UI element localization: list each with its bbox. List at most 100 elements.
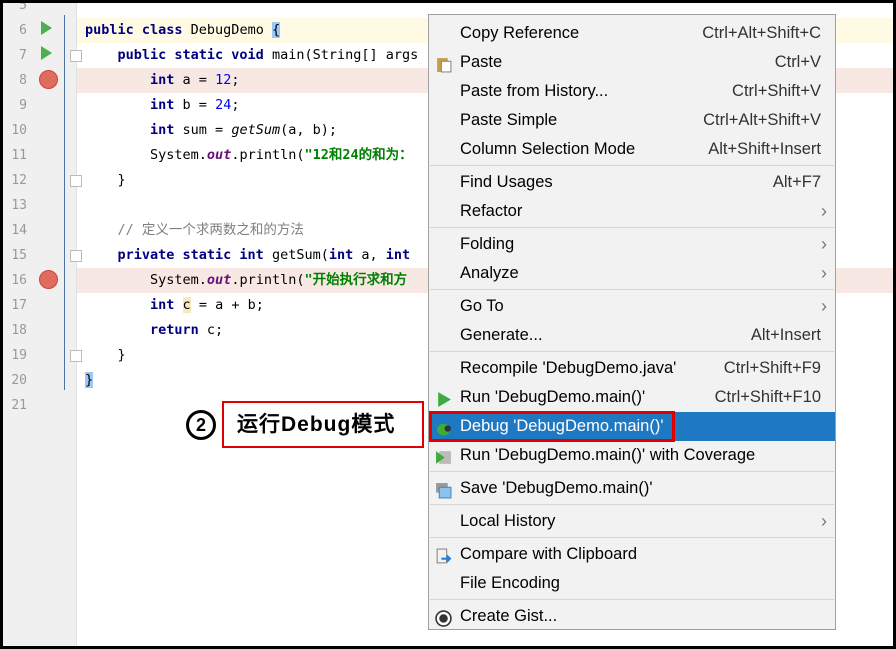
menu-separator bbox=[430, 227, 834, 228]
line-number: 11 bbox=[11, 148, 27, 163]
menu-item-label: Folding bbox=[460, 235, 515, 253]
menu-item-folding[interactable]: Folding › bbox=[429, 230, 835, 259]
menu-item-file-encoding[interactable]: File Encoding bbox=[429, 569, 835, 598]
line-number: 6 bbox=[19, 23, 27, 38]
menu-item-paste-from-history[interactable]: Paste from History... Ctrl+Shift+V bbox=[429, 77, 835, 106]
menu-item-shortcut: Alt+Shift+Insert bbox=[708, 140, 821, 158]
code-token: int bbox=[85, 122, 183, 138]
line-number: 13 bbox=[11, 198, 27, 213]
menu-separator bbox=[430, 471, 834, 472]
code-token: } bbox=[85, 347, 126, 363]
code-token: int bbox=[385, 247, 411, 263]
menu-separator bbox=[430, 599, 834, 600]
code-token: private static int bbox=[85, 247, 272, 263]
line-number: 17 bbox=[11, 298, 27, 313]
menu-separator bbox=[430, 165, 834, 166]
code-token: // 定义一个求两数之和的方法 bbox=[85, 222, 304, 238]
menu-separator bbox=[430, 504, 834, 505]
menu-item-label: Recompile 'DebugDemo.java' bbox=[460, 359, 677, 377]
menu-item-go-to[interactable]: Go To › bbox=[429, 292, 835, 321]
menu-item-save-debugdemo-main[interactable]: Save 'DebugDemo.main()' bbox=[429, 474, 835, 503]
menu-item-shortcut: Ctrl+V bbox=[774, 53, 821, 71]
menu-item-create-gist[interactable]: Create Gist... bbox=[429, 602, 835, 631]
line-number: 15 bbox=[11, 248, 27, 263]
menu-item-paste-simple[interactable]: Paste Simple Ctrl+Alt+Shift+V bbox=[429, 106, 835, 135]
menu-item-debug-debugdemo-main[interactable]: Debug 'DebugDemo.main()' bbox=[429, 411, 835, 442]
line-number: 5 bbox=[19, 3, 27, 13]
menu-item-label: Paste from History... bbox=[460, 82, 609, 100]
breakpoint-icon[interactable] bbox=[39, 270, 58, 289]
submenu-arrow-icon: › bbox=[821, 201, 827, 221]
menu-item-shortcut: Alt+F7 bbox=[772, 173, 821, 191]
breakpoint-icon[interactable] bbox=[39, 70, 58, 89]
menu-item-label: Copy Reference bbox=[460, 24, 580, 42]
code-token: getSum( bbox=[271, 247, 329, 263]
submenu-arrow-icon: › bbox=[821, 263, 827, 283]
menu-item-copy-reference[interactable]: Copy Reference Ctrl+Alt+Shift+C bbox=[429, 19, 835, 48]
compare-icon bbox=[435, 546, 452, 564]
run-icon bbox=[435, 389, 452, 407]
context-menu: Copy Reference Ctrl+Alt+Shift+C Paste Ctrl+… bbox=[428, 14, 836, 630]
highlight-box bbox=[429, 411, 675, 442]
submenu-arrow-icon: › bbox=[821, 511, 827, 531]
menu-item-run-debugdemo-main-with-coverage[interactable]: Run 'DebugDemo.main()' with Coverage bbox=[429, 441, 835, 470]
menu-item-label: Go To bbox=[460, 297, 504, 315]
code-token: System. bbox=[85, 147, 207, 163]
menu-item-shortcut: Ctrl+Alt+Shift+C bbox=[702, 24, 821, 42]
code-token: c; bbox=[206, 322, 224, 338]
menu-item-analyze[interactable]: Analyze › bbox=[429, 259, 835, 288]
ide-window: 5 6 7 8 9 10 11 12 13 14 15 16 17 18 19 20 21 public cla… bbox=[3, 3, 893, 646]
code-token: ; bbox=[231, 97, 240, 113]
github-icon bbox=[435, 608, 452, 627]
menu-item-shortcut: Alt+Insert bbox=[750, 326, 821, 344]
line-number: 14 bbox=[11, 223, 27, 238]
clipboard-icon bbox=[435, 54, 452, 73]
menu-separator bbox=[430, 289, 834, 290]
code-token: int bbox=[85, 72, 183, 88]
menu-item-recompile-debugdemo-java[interactable]: Recompile 'DebugDemo.java' Ctrl+Shift+F9 bbox=[429, 354, 835, 383]
menu-item-label: Column Selection Mode bbox=[460, 140, 636, 158]
menu-item-label: Compare with Clipboard bbox=[460, 545, 637, 563]
menu-item-label: Save 'DebugDemo.main()' bbox=[460, 479, 653, 497]
code-token: .println( bbox=[231, 272, 305, 288]
menu-item-label: Find Usages bbox=[460, 173, 553, 191]
line-number: 18 bbox=[11, 323, 27, 338]
step-number-badge: 2 bbox=[186, 410, 216, 440]
line-number: 16 bbox=[11, 273, 27, 288]
menu-item-shortcut: Ctrl+Shift+F9 bbox=[723, 359, 821, 377]
menu-item-paste[interactable]: Paste Ctrl+V bbox=[429, 48, 835, 77]
menu-item-label: Run 'DebugDemo.main()' bbox=[460, 388, 646, 406]
menu-item-run-debugdemo-main[interactable]: Run 'DebugDemo.main()' Ctrl+Shift+F10 bbox=[429, 383, 835, 412]
menu-item-label: File Encoding bbox=[460, 574, 560, 592]
menu-item-generate[interactable]: Generate... Alt+Insert bbox=[429, 321, 835, 350]
menu-item-compare-with-clipboard[interactable]: Compare with Clipboard bbox=[429, 540, 835, 569]
menu-item-label: Generate... bbox=[460, 326, 543, 344]
code-token: { bbox=[271, 22, 281, 38]
line-number: 12 bbox=[11, 173, 27, 188]
line-number: 20 bbox=[11, 373, 27, 388]
run-gutter-icon[interactable] bbox=[41, 21, 52, 35]
run-gutter-icon[interactable] bbox=[41, 46, 52, 60]
menu-item-local-history[interactable]: Local History › bbox=[429, 507, 835, 536]
menu-item-column-selection-mode[interactable]: Column Selection Mode Alt+Shift+Insert bbox=[429, 135, 835, 164]
line-number: 8 bbox=[19, 73, 27, 88]
submenu-arrow-icon: › bbox=[821, 234, 827, 254]
code-token: out bbox=[206, 272, 232, 288]
save-config-icon bbox=[435, 480, 452, 499]
code-token: 24 bbox=[215, 97, 232, 113]
menu-item-label: Run 'DebugDemo.main()' with Coverage bbox=[460, 446, 756, 464]
code-token: .println( bbox=[231, 147, 305, 163]
menu-item-refactor[interactable]: Refactor › bbox=[429, 197, 835, 226]
line-number: 7 bbox=[19, 48, 27, 63]
code-token: getSum bbox=[231, 122, 281, 138]
code-token: return bbox=[85, 322, 207, 338]
code-token: public static void bbox=[85, 47, 272, 63]
menu-item-label: Create Gist... bbox=[460, 607, 558, 625]
menu-item-label: Paste bbox=[460, 53, 503, 71]
code-token: c bbox=[182, 297, 191, 313]
code-token: a = bbox=[182, 72, 216, 88]
code-token: b = bbox=[182, 97, 216, 113]
code-token: out bbox=[206, 147, 232, 163]
menu-item-find-usages[interactable]: Find Usages Alt+F7 bbox=[429, 168, 835, 197]
line-number: 9 bbox=[19, 98, 27, 113]
